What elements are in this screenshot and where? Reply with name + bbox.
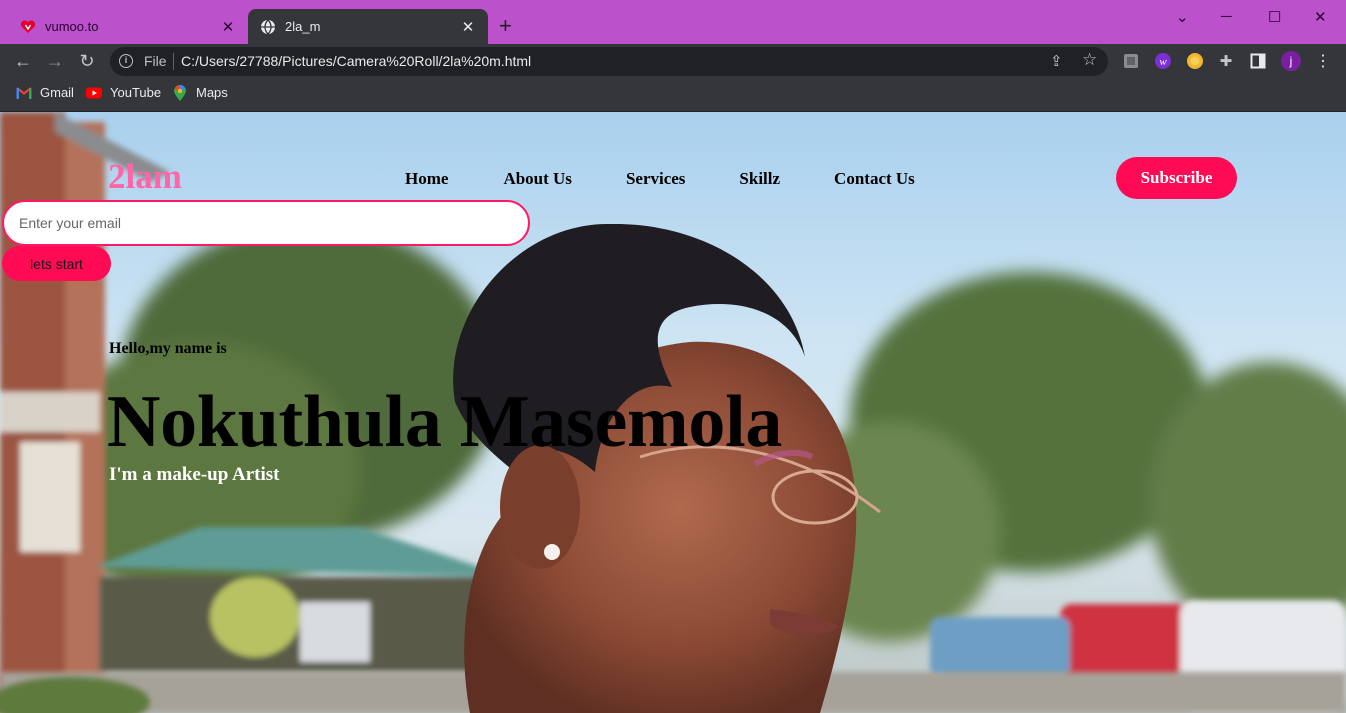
site-logo[interactable]: 2lam: [108, 157, 182, 197]
vumoo-heart-icon: [20, 19, 36, 35]
close-window-icon[interactable]: ✕: [1314, 8, 1327, 26]
globe-icon: [260, 19, 276, 35]
new-tab-button[interactable]: +: [499, 13, 512, 39]
bookmark-label: Gmail: [40, 85, 74, 100]
menu-kebab-icon[interactable]: ⋮: [1314, 52, 1332, 70]
bookmark-gmail[interactable]: Gmail: [16, 85, 74, 100]
tab-title: 2la_m: [285, 19, 321, 34]
reload-icon[interactable]: ↻: [76, 50, 98, 72]
role-tagline: I'm a make-up Artist: [109, 464, 280, 485]
nav-services[interactable]: Services: [626, 169, 685, 189]
extension-w-icon[interactable]: w: [1154, 52, 1172, 70]
page-viewport: 2lam Home About Us Services Skillz Conta…: [0, 112, 1346, 713]
url-text[interactable]: C:/Users/27788/Pictures/Camera%20Roll/2l…: [181, 53, 531, 69]
subscribe-button[interactable]: Subscribe: [1116, 157, 1237, 199]
greeting-text: Hello,my name is: [109, 340, 227, 357]
youtube-icon: [86, 86, 102, 100]
back-arrow-icon[interactable]: ←: [12, 50, 34, 72]
scheme-label: File: [144, 53, 167, 69]
nav-about-us[interactable]: About Us: [503, 169, 572, 189]
extensions-puzzle-icon[interactable]: ✚: [1217, 52, 1235, 70]
close-tab-icon[interactable]: ✕: [460, 18, 476, 36]
hero-name-heading: Nokuthula Masemola: [107, 381, 783, 463]
info-icon[interactable]: i: [119, 54, 133, 68]
divider: [173, 53, 174, 70]
bookmark-youtube[interactable]: YouTube: [86, 85, 161, 100]
tab-strip: vumoo.to ✕ 2la_m ✕ + ⌄ ─ ☐ ✕: [0, 0, 1346, 44]
email-input[interactable]: [2, 200, 530, 246]
svg-text:w: w: [1159, 56, 1167, 68]
lets-start-button[interactable]: lets start: [2, 246, 111, 281]
gmail-icon: [16, 86, 32, 100]
main-nav: Home About Us Services Skillz Contact Us: [405, 169, 969, 189]
minimize-icon[interactable]: ─: [1221, 8, 1232, 25]
nav-home[interactable]: Home: [405, 169, 448, 189]
forward-arrow-icon[interactable]: →: [44, 50, 66, 72]
bookmark-star-icon[interactable]: ☆: [1082, 50, 1097, 70]
bookmark-maps[interactable]: Maps: [172, 84, 228, 101]
side-panel-icon[interactable]: [1249, 52, 1267, 70]
nav-skillz[interactable]: Skillz: [739, 169, 780, 189]
nav-contact-us[interactable]: Contact Us: [834, 169, 915, 189]
bookmark-label: Maps: [196, 85, 228, 100]
close-tab-icon[interactable]: ✕: [220, 18, 236, 36]
browser-toolbar: ← → ↻ i File C:/Users/27788/Pictures/Cam…: [0, 44, 1346, 78]
maps-pin-icon: [172, 84, 188, 101]
bookmarks-bar: Gmail YouTube Maps: [0, 78, 1346, 112]
profile-avatar[interactable]: j: [1281, 51, 1301, 71]
extension-coin-icon[interactable]: [1186, 52, 1204, 70]
tab-title: vumoo.to: [45, 19, 99, 34]
maximize-icon[interactable]: ☐: [1268, 8, 1281, 26]
tab-search-chevron-icon[interactable]: ⌄: [1176, 8, 1189, 26]
address-bar[interactable]: i File C:/Users/27788/Pictures/Camera%20…: [110, 47, 1108, 76]
tab-2la-m[interactable]: 2la_m ✕: [248, 9, 488, 44]
share-icon[interactable]: ⇪: [1050, 52, 1063, 70]
bookmark-label: YouTube: [110, 85, 162, 100]
extension-square-icon[interactable]: [1122, 52, 1140, 70]
tab-vumoo[interactable]: vumoo.to ✕: [8, 9, 248, 44]
